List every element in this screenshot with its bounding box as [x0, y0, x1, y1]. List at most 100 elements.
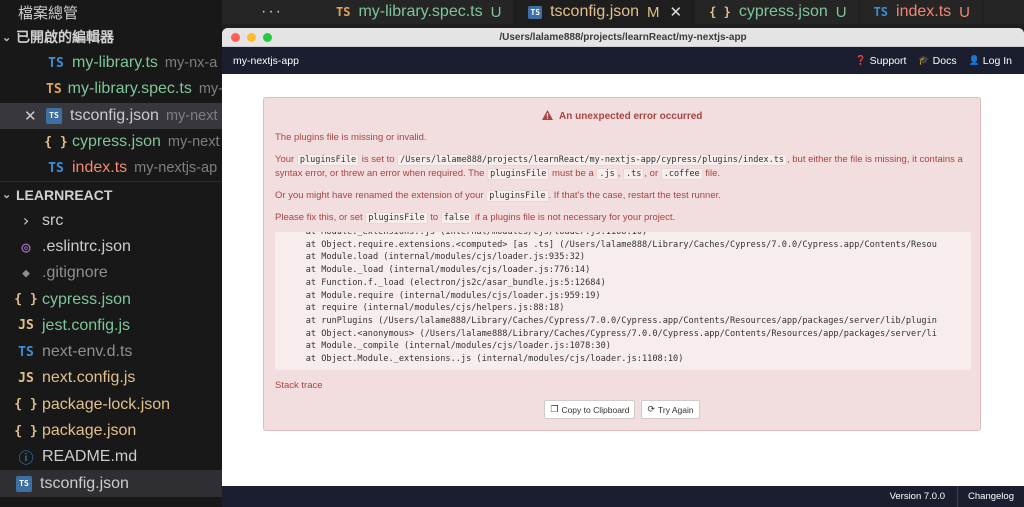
git-icon: ◆: [22, 265, 30, 281]
code-snippet: pluginsFile: [487, 168, 550, 180]
eslint-icon: ◎: [21, 237, 31, 256]
text: Please fix this, or set: [275, 212, 366, 223]
project-title: LEARNREACT: [16, 186, 113, 203]
error-details: Your pluginsFile is set to /Users/lalame…: [275, 153, 970, 181]
tab-label: index.ts: [896, 3, 952, 20]
file-name: package-lock.json: [42, 395, 171, 413]
typescript-icon: TS: [48, 55, 64, 71]
code-snippet: /Users/lalame888/projects/learnReact/my-…: [397, 154, 787, 166]
file-name: my-library.ts: [72, 54, 158, 72]
file-name: src: [42, 211, 64, 229]
text: must be a: [549, 168, 597, 179]
untracked-badge: U: [490, 3, 502, 21]
folder-item[interactable]: › src: [0, 207, 222, 233]
json-icon: { }: [14, 397, 38, 413]
version-label: Version 7.0.0: [889, 491, 946, 502]
file-folder-hint: my-next: [165, 107, 218, 124]
tab-tsconfig[interactable]: TS tsconfig.json M ✕: [514, 0, 696, 24]
file-item[interactable]: TS tsconfig.json: [0, 470, 222, 497]
file-item[interactable]: ◎ .eslintrc.json: [0, 234, 222, 260]
file-name: .eslintrc.json: [42, 237, 131, 255]
file-name: index.ts: [72, 159, 128, 177]
login-link[interactable]: 👤 Log In: [969, 55, 1012, 67]
file-item[interactable]: { } package.json: [0, 418, 222, 444]
stack-trace-text: at Module._extensions..js (internal/modu…: [305, 232, 937, 365]
file-name: jest.config.js: [42, 316, 131, 334]
docs-label: Docs: [932, 54, 957, 67]
graduation-cap-icon: 🎓: [918, 55, 930, 65]
window-title: /Users/lalame888/projects/learnReact/my-…: [499, 31, 747, 43]
explorer-sidebar: 檔案總管 ⌄ 已開啟的編輯器 TS my-library.ts my-nx-a …: [0, 0, 222, 507]
text: Your: [275, 154, 297, 165]
try-again-button[interactable]: ⟳ Try Again: [641, 400, 700, 419]
file-item[interactable]: ◆ .gitignore: [0, 260, 222, 286]
tsconfig-icon: TS: [46, 107, 62, 124]
editor-tabs: ··· TS my-library.spec.ts U TS tsconfig.…: [222, 0, 1024, 24]
text: . If that's the case, restart the test r…: [548, 190, 721, 201]
file-item[interactable]: TS next-env.d.ts: [0, 339, 222, 365]
file-item[interactable]: JS jest.config.js: [0, 313, 222, 339]
tab-index-ts[interactable]: TS index.ts U: [860, 0, 984, 24]
cypress-window: /Users/lalame888/projects/learnReact/my-…: [222, 28, 1024, 507]
text: is set to: [359, 154, 398, 165]
cypress-navbar: my-nextjs-app ❓ Support 🎓 Docs 👤 Log In: [222, 47, 1024, 74]
cypress-body: An unexpected error occurred The plugins…: [222, 74, 1024, 486]
docs-link[interactable]: 🎓 Docs: [918, 55, 956, 67]
text: file.: [702, 168, 721, 179]
json-icon: { }: [44, 134, 68, 150]
changelog-link[interactable]: Changelog: [958, 491, 1024, 502]
error-actions: ❐ Copy to Clipboard ⟳ Try Again: [264, 400, 980, 419]
code-snippet: pluginsFile: [296, 154, 360, 166]
file-name: .gitignore: [42, 264, 108, 282]
error-title: An unexpected error occurred: [264, 110, 980, 122]
file-item[interactable]: { } cypress.json: [0, 286, 222, 312]
tsconfig-icon: TS: [16, 475, 32, 492]
stack-trace-label[interactable]: Stack trace: [275, 380, 323, 391]
open-editor-item[interactable]: TS my-library.spec.ts my-ne: [0, 76, 222, 102]
copy-to-clipboard-button[interactable]: ❐ Copy to Clipboard: [544, 400, 636, 419]
open-editor-item[interactable]: TS index.ts my-nextjs-ap: [0, 155, 222, 181]
question-circle-icon: ❓: [855, 55, 867, 65]
error-panel: An unexpected error occurred The plugins…: [263, 97, 981, 431]
text: , or: [644, 168, 661, 179]
support-label: Support: [869, 54, 907, 67]
more-actions-icon[interactable]: ···: [222, 0, 322, 24]
file-name: tsconfig.json: [70, 106, 159, 124]
file-item[interactable]: JS next.config.js: [0, 365, 222, 391]
modified-badge: M: [647, 3, 660, 21]
file-item[interactable]: { } package-lock.json: [0, 392, 222, 418]
code-snippet: pluginsFile: [365, 212, 428, 224]
window-titlebar[interactable]: /Users/lalame888/projects/learnReact/my-…: [222, 28, 1024, 47]
code-snippet: .coffee: [660, 168, 703, 180]
info-icon: ⓘ: [18, 448, 34, 467]
javascript-icon: JS: [18, 370, 34, 386]
text: Or you might have renamed the extension …: [275, 190, 487, 201]
typescript-icon: TS: [48, 160, 64, 176]
code-snippet: false: [440, 212, 473, 224]
tab-my-library-spec[interactable]: TS my-library.spec.ts U: [322, 0, 515, 24]
code-snippet: .ts: [623, 168, 645, 180]
open-editor-item-active[interactable]: ✕ TS tsconfig.json my-next: [0, 102, 222, 129]
close-icon[interactable]: ✕: [670, 3, 683, 21]
error-message: The plugins file is missing or invalid.: [275, 132, 427, 143]
error-hint: Or you might have renamed the extension …: [275, 189, 970, 203]
open-editor-item[interactable]: TS my-library.ts my-nx-a: [0, 50, 222, 76]
project-section[interactable]: ⌄ LEARNREACT: [0, 181, 222, 207]
file-item[interactable]: ⓘ README.md: [0, 444, 222, 470]
tsconfig-icon: TS: [528, 5, 543, 19]
explorer-header: 檔案總管: [18, 4, 79, 22]
open-editors-section[interactable]: ⌄ 已開啟的編輯器: [0, 24, 222, 50]
typescript-test-icon: TS: [46, 81, 62, 97]
file-folder-hint: my-ne: [198, 81, 222, 98]
file-name: cypress.json: [42, 290, 131, 308]
typescript-icon: TS: [18, 344, 34, 360]
close-icon[interactable]: ✕: [24, 107, 46, 125]
tab-cypress-json[interactable]: { } cypress.json U: [695, 0, 860, 24]
open-editor-item[interactable]: { } cypress.json my-next: [0, 129, 222, 155]
stack-trace-box[interactable]: at Module._extensions..js (internal/modu…: [275, 232, 971, 370]
typescript-icon: TS: [873, 5, 889, 19]
code-snippet: .js: [596, 168, 618, 180]
support-link[interactable]: ❓ Support: [855, 55, 906, 67]
cypress-footer: Version 7.0.0 Changelog: [222, 486, 1024, 507]
app-name: my-nextjs-app: [233, 54, 299, 67]
